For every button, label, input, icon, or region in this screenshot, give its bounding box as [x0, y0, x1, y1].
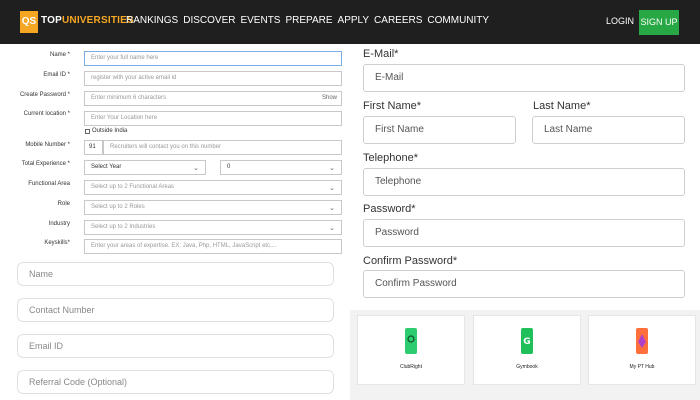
location-label: Current location * [23, 111, 70, 117]
app-card-gymbook[interactable]: G Gymbook [473, 315, 581, 385]
nav-community[interactable]: COMMUNITY [427, 15, 489, 26]
contact-number-input[interactable]: Contact Number [17, 298, 334, 322]
experience-label: Total Experience * [21, 161, 70, 167]
app-card-mypthub[interactable]: My PT Hub [588, 315, 696, 385]
password-placeholder: Enter minimum 6 characters [91, 95, 167, 101]
role-label: Role [57, 201, 70, 207]
login-link[interactable]: LOGIN [606, 16, 634, 26]
chevron-down-icon: ⌄ [193, 165, 199, 172]
app-card-clubright[interactable]: ClubRight [357, 315, 465, 385]
telephone-input[interactable]: Telephone [363, 168, 685, 196]
role-select[interactable]: Select up to 2 Roles ⌄ [84, 200, 342, 215]
nav-discover[interactable]: DISCOVER [183, 15, 235, 26]
location-input[interactable]: Enter Your Location here [84, 111, 342, 126]
svg-text:G: G [523, 337, 530, 347]
email-input-right[interactable]: E-Mail [363, 64, 685, 92]
chevron-down-icon: ⌄ [329, 205, 335, 212]
email-label-right: E-Mail* [363, 48, 399, 60]
experience-month-select[interactable]: 0 ⌄ [220, 160, 342, 175]
keyskills-input[interactable]: Enter your areas of expertise. EX: Java,… [84, 239, 342, 254]
role-placeholder: Select up to 2 Roles [91, 204, 145, 210]
nav-prepare[interactable]: PREPARE [285, 15, 332, 26]
nav-careers[interactable]: CAREERS [374, 15, 422, 26]
gymbook-app-icon: G [521, 328, 533, 354]
top-nav-bar: QS TOPUNIVERSITIES RANKINGS DISCOVER EVE… [0, 0, 700, 44]
nav-apply[interactable]: APPLY [338, 15, 370, 26]
page: QS TOPUNIVERSITIES RANKINGS DISCOVER EVE… [0, 0, 700, 400]
mypthub-app-icon [636, 328, 648, 354]
password-label-right: Password* [363, 203, 416, 215]
referral-email-input[interactable]: Email ID [17, 334, 334, 358]
clubright-app-icon [405, 328, 417, 354]
brand-universities: UNIVERSITIES [61, 15, 134, 26]
functional-area-select[interactable]: Select up to 2 Functional Areas ⌄ [84, 180, 342, 195]
last-name-label: Last Name* [533, 100, 591, 112]
keyskills-label: Keyskills* [44, 240, 70, 246]
email-input[interactable]: register with your active email id [84, 71, 342, 86]
chevron-down-icon: ⌄ [329, 225, 335, 232]
experience-year-value: Select Year [91, 164, 122, 170]
referral-name-input[interactable]: Name [17, 262, 334, 286]
country-code-field[interactable]: 91 [84, 140, 103, 155]
industry-select[interactable]: Select up to 2 Industries ⌄ [84, 220, 342, 235]
brand-top: TOP [41, 15, 62, 26]
app-name: Gymbook [516, 364, 538, 370]
qs-logo-icon[interactable]: QS [20, 11, 38, 33]
password-label: Create Password * [19, 92, 70, 98]
mobile-label: Mobile Number * [25, 142, 70, 148]
chevron-down-icon: ⌄ [329, 185, 335, 192]
mobile-number-input[interactable]: Recruiters will contact you on this numb… [103, 140, 342, 155]
experience-year-select[interactable]: Select Year ⌄ [84, 160, 206, 175]
outside-india-label: Outside India [92, 128, 128, 134]
show-password-toggle[interactable]: Show [322, 92, 337, 105]
chevron-down-icon: ⌄ [329, 165, 335, 172]
telephone-label: Telephone* [363, 152, 419, 164]
full-name-input[interactable]: Enter your full name here [84, 51, 342, 66]
app-name: ClubRight [400, 364, 422, 370]
create-password-input[interactable]: Enter minimum 6 characters Show [84, 91, 342, 106]
first-name-input[interactable]: First Name [363, 116, 516, 144]
first-name-label: First Name* [363, 100, 422, 112]
app-name: My PT Hub [629, 364, 655, 370]
functional-area-placeholder: Select up to 2 Functional Areas [91, 184, 175, 190]
referral-code-input[interactable]: Referral Code (Optional) [17, 370, 334, 394]
last-name-input[interactable]: Last Name [532, 116, 685, 144]
functional-area-label: Functional Area [28, 181, 70, 187]
industry-placeholder: Select up to 2 Industries [91, 224, 156, 230]
industry-label: Industry [48, 221, 70, 227]
password-input-right[interactable]: Password [363, 219, 685, 247]
experience-month-value: 0 [227, 164, 231, 170]
confirm-password-input[interactable]: Confirm Password [363, 270, 685, 298]
email-label: Email ID * [43, 72, 70, 78]
name-label: Name * [49, 52, 70, 58]
signup-button[interactable]: SIGN UP [639, 10, 679, 35]
nav-rankings[interactable]: RANKINGS [126, 15, 178, 26]
checkbox-icon[interactable] [85, 128, 90, 134]
nav-events[interactable]: EVENTS [240, 15, 280, 26]
outside-india-checkbox[interactable]: Outside India [85, 128, 127, 134]
main-nav: RANKINGS DISCOVER EVENTS PREPARE APPLY C… [126, 15, 489, 26]
confirm-password-label: Confirm Password* [363, 255, 458, 267]
brand-logo-text[interactable]: TOPUNIVERSITIES [41, 15, 134, 26]
